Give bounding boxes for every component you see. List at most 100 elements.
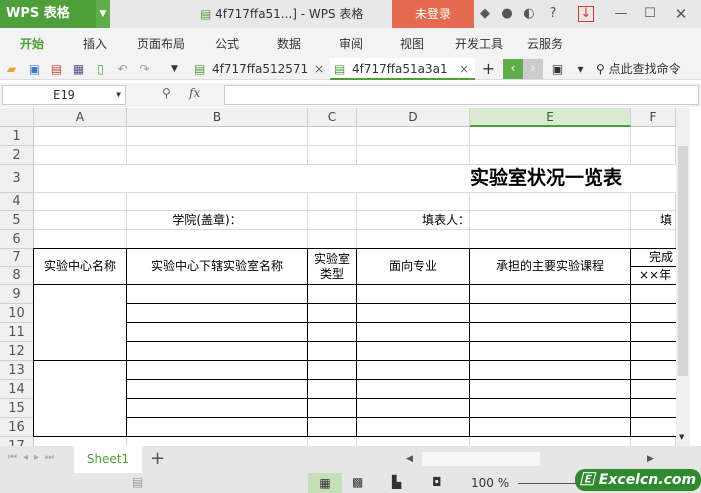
table-cell[interactable] <box>357 304 470 323</box>
table-cell[interactable] <box>631 418 676 437</box>
table-cell[interactable] <box>308 418 357 437</box>
row-header-7[interactable]: 7 <box>0 249 34 267</box>
table-cell[interactable] <box>470 399 631 418</box>
settings-icon[interactable]: ● <box>498 5 516 23</box>
tab-developer[interactable]: 开发工具 <box>455 28 503 58</box>
export-pdf-icon[interactable]: ▤ <box>48 60 65 78</box>
table-cell[interactable] <box>308 380 357 399</box>
table-cell[interactable] <box>631 304 676 323</box>
header-completed[interactable]: 完成 <box>631 249 676 267</box>
normal-view-icon[interactable]: ▦ <box>308 473 342 493</box>
formula-input[interactable] <box>224 85 699 105</box>
login-button[interactable]: 未登录 <box>392 0 474 28</box>
redo-icon[interactable]: ↷ <box>136 60 153 78</box>
table-cell[interactable] <box>631 399 676 418</box>
table-cell[interactable] <box>308 342 357 361</box>
tab-review[interactable]: 审阅 <box>339 28 363 58</box>
header-major[interactable]: 面向专业 <box>357 249 470 285</box>
table-cell[interactable] <box>127 380 308 399</box>
macro-icon[interactable]: ▤ <box>132 475 143 489</box>
name-box[interactable]: E19 ▼ <box>2 85 126 105</box>
minimize-icon[interactable]: — <box>612 5 630 23</box>
header-center-name[interactable]: 实验中心名称 <box>34 249 127 285</box>
page-layout-view-icon[interactable]: ▙ <box>392 475 401 489</box>
skin-icon[interactable]: ◆ <box>476 5 494 23</box>
select-all-corner[interactable] <box>0 108 34 127</box>
row-header-2[interactable]: 2 <box>0 146 34 165</box>
table-cell[interactable] <box>127 285 308 304</box>
table-cell[interactable] <box>357 361 470 380</box>
sheet-nav-icons[interactable]: ⏮◂▸⏭ <box>8 452 60 463</box>
table-cell[interactable] <box>127 323 308 342</box>
table-cell[interactable] <box>631 380 676 399</box>
table-cell[interactable] <box>127 361 308 380</box>
row-header-6[interactable]: 6 <box>0 230 34 249</box>
tab-cloud[interactable]: 云服务 <box>527 28 563 58</box>
table-cell[interactable] <box>308 323 357 342</box>
horizontal-scrollbar-thumb[interactable] <box>422 452 540 466</box>
close-tab-icon[interactable]: × <box>314 58 324 80</box>
scroll-right-icon[interactable]: ▶ <box>647 454 654 464</box>
table-cell[interactable] <box>470 418 631 437</box>
table-cell[interactable] <box>631 285 676 304</box>
page-break-view-icon[interactable]: ▩ <box>352 475 363 489</box>
table-cell[interactable] <box>631 323 676 342</box>
row-header-1[interactable]: 1 <box>0 127 34 146</box>
table-cell[interactable] <box>127 304 308 323</box>
table-cell[interactable] <box>470 361 631 380</box>
table-cell[interactable] <box>357 380 470 399</box>
header-year[interactable]: ××年 <box>631 267 676 285</box>
doc-tab-2-active[interactable]: ▤ 4f717ffa51a3a1 × <box>330 58 475 80</box>
column-header-e[interactable]: E <box>470 108 631 127</box>
insert-function-button[interactable]: fx <box>189 86 200 100</box>
zoom-slider[interactable] <box>518 483 578 484</box>
row-header-4[interactable]: 4 <box>0 193 34 211</box>
vertical-scrollbar[interactable]: ▼ <box>676 108 690 446</box>
table-cell[interactable] <box>308 361 357 380</box>
sheet-tab-sheet1[interactable]: Sheet1 <box>74 446 142 473</box>
merged-center-cell-1[interactable] <box>34 285 127 361</box>
table-cell[interactable] <box>357 323 470 342</box>
close-icon[interactable]: ✕ <box>672 5 690 23</box>
table-cell[interactable] <box>127 418 308 437</box>
row-header-14[interactable]: 14 <box>0 380 34 399</box>
reading-mode-icon[interactable]: ◘ <box>432 475 442 489</box>
table-cell[interactable] <box>470 380 631 399</box>
row-header-15[interactable]: 15 <box>0 399 34 418</box>
row-header-10[interactable]: 10 <box>0 304 34 323</box>
undo-icon[interactable]: ↶ <box>114 60 131 78</box>
app-menu-button[interactable]: WPS 表格 ▼ <box>0 0 110 28</box>
row-header-3[interactable]: 3 <box>0 165 34 193</box>
row-header-12[interactable]: 12 <box>0 342 34 361</box>
tab-data[interactable]: 数据 <box>277 28 301 58</box>
scroll-thumb[interactable] <box>678 146 688 376</box>
table-cell[interactable] <box>631 361 676 380</box>
maximize-icon[interactable]: ☐ <box>641 5 659 23</box>
print-preview-icon[interactable]: ▯ <box>92 60 109 78</box>
window-list-icon[interactable]: ▣ <box>549 60 566 78</box>
table-cell[interactable] <box>127 399 308 418</box>
row-header-9[interactable]: 9 <box>0 285 34 304</box>
table-cell[interactable] <box>357 418 470 437</box>
zoom-formula-icon[interactable]: ⚲ <box>162 86 171 100</box>
doc-tab-1[interactable]: ▤ 4f717ffa512571 × <box>190 58 330 80</box>
row-header-11[interactable]: 11 <box>0 323 34 342</box>
header-courses[interactable]: 承担的主要实验课程 <box>470 249 631 285</box>
column-header-a[interactable]: A <box>34 108 127 127</box>
table-cell[interactable] <box>470 342 631 361</box>
column-header-f[interactable]: F <box>631 108 676 127</box>
column-header-b[interactable]: B <box>127 108 308 127</box>
command-search[interactable]: ⚲ 点此查找命令 <box>596 58 681 80</box>
table-cell[interactable] <box>357 285 470 304</box>
row-header-13[interactable]: 13 <box>0 361 34 380</box>
tab-home[interactable]: 开始 <box>20 28 44 58</box>
new-tab-button[interactable]: + <box>480 60 497 78</box>
column-header-d[interactable]: D <box>357 108 470 127</box>
table-cell[interactable] <box>308 399 357 418</box>
close-tab-icon[interactable]: × <box>459 58 469 80</box>
more-dropdown-icon[interactable]: ▼ <box>166 60 183 78</box>
merged-center-cell-2[interactable] <box>34 361 127 437</box>
scroll-down-icon[interactable]: ▼ <box>679 433 684 441</box>
tab-menu-icon[interactable]: ▾ <box>572 60 589 78</box>
table-cell[interactable] <box>470 304 631 323</box>
